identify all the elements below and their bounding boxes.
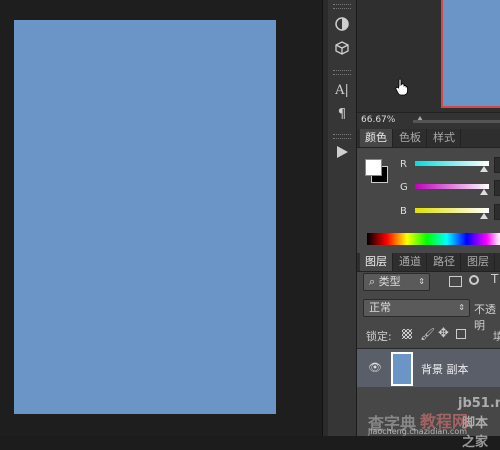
color-panel-tabs: 颜色 色板 样式 — [357, 129, 500, 148]
layer-filter-label: 类型 — [378, 275, 401, 288]
right-panels: 66.67% 颜色 色板 样式 R G B 图层 通道 路径 图层 ⌕ 类型 ⇕… — [357, 0, 500, 436]
navigator-panel — [357, 0, 500, 112]
updown-icon: ⇕ — [418, 277, 425, 286]
r-label: R — [400, 159, 407, 170]
document-canvas[interactable] — [14, 20, 276, 414]
b-label: B — [400, 206, 407, 217]
b-slider[interactable] — [415, 208, 489, 213]
r-slider[interactable] — [415, 161, 489, 166]
hand-cursor-icon — [395, 78, 409, 99]
lock-transparency-icon[interactable] — [402, 329, 412, 339]
grip-handle[interactable] — [333, 70, 351, 75]
play-icon[interactable] — [332, 142, 352, 162]
color-spectrum-bar[interactable] — [367, 233, 500, 245]
grip-handle[interactable] — [333, 4, 351, 9]
b-value-box[interactable] — [494, 204, 500, 220]
b-slider-knob[interactable] — [480, 213, 488, 219]
r-slider-knob[interactable] — [480, 166, 488, 172]
zoom-value[interactable]: 66.67% — [361, 115, 395, 125]
r-value-box[interactable] — [494, 157, 500, 173]
collapsed-panel-strip: A| ¶ — [328, 0, 357, 436]
lock-artboard-icon[interactable] — [456, 329, 466, 339]
g-label: G — [400, 182, 408, 193]
eye-icon[interactable]: 👁 — [368, 361, 382, 374]
tab-swatches[interactable]: 色板 — [394, 129, 427, 147]
cube-3d-icon[interactable] — [332, 38, 352, 58]
foreground-color-swatch[interactable] — [365, 159, 382, 176]
character-icon[interactable]: A| — [332, 80, 352, 100]
grip-handle[interactable] — [333, 134, 351, 139]
text-filter-icon[interactable]: T — [491, 272, 498, 286]
tab-layers[interactable]: 图层 — [360, 253, 393, 271]
watermark-url: jiaocheng.chazidian.com — [368, 427, 468, 436]
lock-label: 锁定: — [366, 330, 392, 343]
tab-styles[interactable]: 样式 — [428, 129, 461, 147]
circle-half-icon[interactable] — [332, 14, 352, 34]
layer-thumbnail — [391, 352, 413, 386]
updown-icon: ⇕ — [458, 303, 465, 312]
color-panel: 颜色 色板 样式 R G B — [357, 129, 500, 251]
fill-label-partial: 填 — [493, 330, 500, 343]
blend-mode-value: 正常 — [369, 301, 391, 314]
g-value-box[interactable] — [494, 180, 500, 196]
paragraph-icon[interactable]: ¶ — [332, 104, 352, 124]
lock-move-icon[interactable]: ✥ — [438, 326, 449, 341]
tab-color[interactable]: 颜色 — [360, 129, 393, 147]
layer-filter-dropdown[interactable]: ⌕ 类型 ⇕ — [363, 273, 430, 291]
blend-mode-dropdown[interactable]: 正常 ⇕ — [363, 299, 470, 317]
lock-brush-icon[interactable]: 🖌 — [420, 327, 435, 341]
layers-panel-tabs: 图层 通道 路径 图层 — [357, 253, 500, 272]
adjustment-filter-icon[interactable] — [469, 275, 479, 285]
tab-channels[interactable]: 通道 — [394, 253, 427, 271]
search-icon: ⌕ — [369, 275, 376, 288]
g-slider[interactable] — [415, 184, 489, 189]
canvas-workspace[interactable] — [0, 0, 322, 436]
g-slider-knob[interactable] — [480, 189, 488, 195]
image-filter-icon[interactable] — [449, 276, 462, 287]
layer-name[interactable]: 背景 副本 — [421, 361, 469, 377]
tab-layers-extra[interactable]: 图层 — [462, 253, 495, 271]
tab-paths[interactable]: 路径 — [428, 253, 461, 271]
layer-row[interactable]: 👁 背景 副本 — [357, 348, 500, 387]
zoom-row: 66.67% — [357, 112, 500, 130]
navigator-thumbnail[interactable] — [441, 0, 500, 108]
zoom-slider[interactable] — [413, 120, 500, 123]
